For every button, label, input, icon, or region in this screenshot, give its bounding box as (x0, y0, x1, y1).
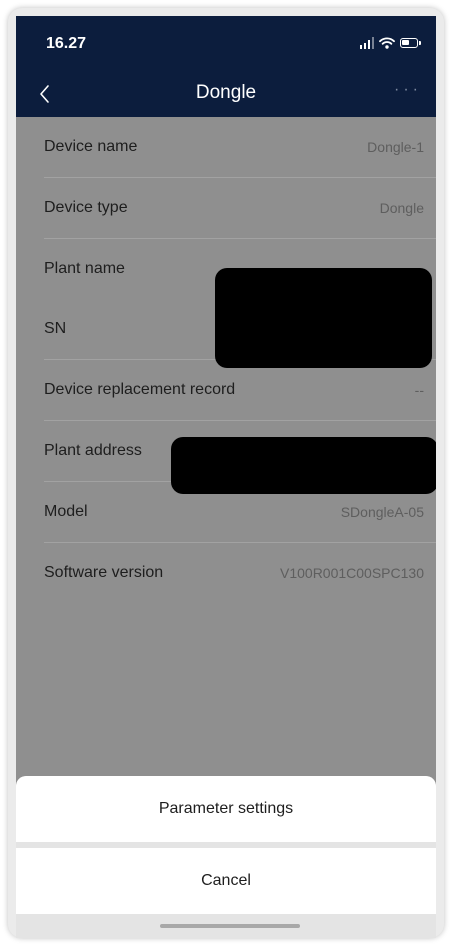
home-indicator-area (16, 914, 436, 938)
detail-label: Device replacement record (44, 381, 236, 398)
redaction-box-address (171, 437, 436, 494)
detail-value: Dongle-1 (367, 139, 424, 155)
detail-label: Device type (44, 199, 128, 216)
detail-label: SN (44, 320, 67, 337)
home-indicator[interactable] (160, 924, 300, 928)
detail-row-replacement-record[interactable]: Device replacement record -- (44, 360, 436, 421)
detail-row-software-version: Software version V100R001C00SPC130 (44, 543, 436, 603)
more-options-button[interactable]: ··· (394, 81, 422, 99)
detail-label: Plant name (44, 260, 125, 277)
detail-value: SDongleA-05 (340, 504, 424, 520)
detail-row-device-type: Device type Dongle (44, 178, 436, 239)
detail-value: -- (414, 382, 424, 398)
detail-value: Dongle (379, 200, 424, 216)
status-time: 16.27 (46, 35, 87, 52)
detail-label: Device name (44, 138, 138, 155)
battery-icon (400, 38, 421, 48)
detail-label: Plant address (44, 442, 142, 459)
redaction-box-plant-sn (215, 268, 432, 368)
detail-label: Software version (44, 564, 164, 581)
cancel-button[interactable]: Cancel (16, 848, 436, 914)
parameter-settings-button[interactable]: Parameter settings (16, 776, 436, 842)
wifi-icon (379, 37, 395, 49)
status-icons (359, 37, 421, 49)
action-sheet: Parameter settings Cancel (16, 776, 436, 938)
detail-row-device-name: Device name Dongle-1 (44, 117, 436, 178)
page-title: Dongle (195, 82, 257, 103)
app-header: 16.27 Dongle ··· (16, 16, 436, 117)
app-screen: 16.27 Dongle ··· Device name Dongle-1 De… (16, 16, 436, 938)
detail-label: Model (44, 503, 88, 520)
signal-icon (359, 37, 374, 49)
detail-value: V100R001C00SPC130 (280, 565, 424, 581)
